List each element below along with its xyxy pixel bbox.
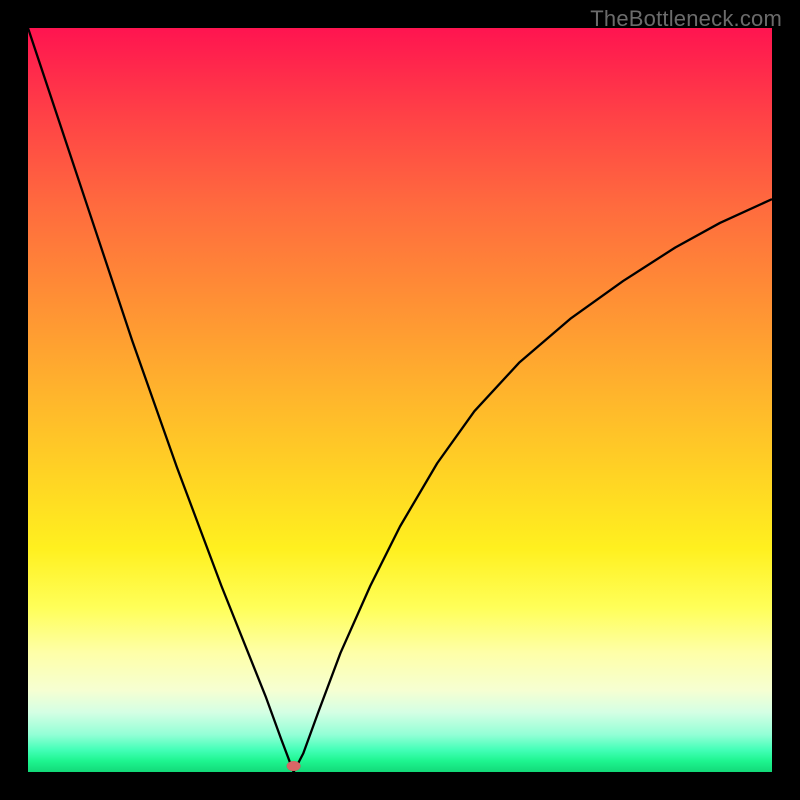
- chart-svg: [28, 28, 772, 772]
- watermark-text: TheBottleneck.com: [590, 6, 782, 32]
- chart-frame: TheBottleneck.com: [0, 0, 800, 800]
- plot-area: [28, 28, 772, 772]
- bottleneck-curve: [28, 28, 772, 772]
- minimum-marker: [287, 761, 301, 771]
